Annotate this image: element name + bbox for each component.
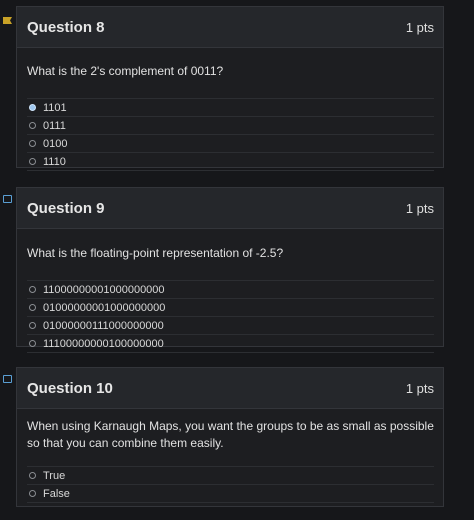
radio-button[interactable] — [29, 286, 36, 293]
flag-question-icon[interactable] — [3, 17, 12, 24]
question-text: What is the 2's complement of 0011? — [27, 64, 224, 78]
answer-label: False — [43, 487, 70, 500]
answer-label: 1110 — [43, 155, 66, 168]
answer-option[interactable]: 1101 — [27, 98, 434, 116]
flag-question-icon[interactable] — [3, 375, 12, 383]
question-header: Question 8 1 pts — [17, 7, 443, 48]
answer-option[interactable]: 11000000001000000000 — [27, 280, 434, 298]
answer-label: 1101 — [43, 101, 67, 114]
answer-list: True False — [27, 466, 434, 503]
answer-label: 01000000111000000000 — [43, 319, 164, 332]
flag-question-icon[interactable] — [3, 195, 12, 203]
radio-button-selected[interactable] — [29, 104, 36, 111]
question-points: 1 pts — [405, 380, 434, 396]
answer-label: 01000000001000000000 — [43, 301, 166, 314]
question-title: Question 9 — [27, 199, 105, 217]
answer-label: 0100 — [43, 137, 68, 150]
answer-label: True — [43, 469, 66, 482]
radio-button[interactable] — [29, 122, 36, 129]
radio-button[interactable] — [29, 304, 36, 311]
answer-option[interactable]: 0111 — [27, 116, 434, 134]
question-text: When using Karnaugh Maps, you want the g… — [27, 419, 434, 450]
answer-option[interactable]: 01000000001000000000 — [27, 298, 434, 316]
answer-label: 0111 — [43, 119, 66, 132]
radio-button[interactable] — [29, 490, 36, 497]
question-title: Question 10 — [27, 379, 113, 397]
answer-option[interactable]: False — [27, 484, 434, 503]
answer-list: 11000000001000000000 0100000000100000000… — [27, 280, 434, 353]
radio-button[interactable] — [29, 472, 36, 479]
question-card-10: Question 10 1 pts When using Karnaugh Ma… — [16, 367, 444, 507]
radio-button[interactable] — [29, 322, 36, 329]
question-header: Question 10 1 pts — [17, 368, 443, 409]
answer-option[interactable]: 01000000111000000000 — [27, 316, 434, 334]
radio-button[interactable] — [29, 158, 36, 165]
answer-label: 11100000000100000000 — [43, 337, 164, 350]
question-card-8: Question 8 1 pts What is the 2's complem… — [16, 6, 444, 171]
question-title: Question 8 — [27, 18, 105, 36]
answer-option[interactable]: 0100 — [27, 134, 434, 152]
answer-option[interactable]: True — [27, 466, 434, 484]
question-points: 1 pts — [405, 200, 434, 216]
question-card-9: Question 9 1 pts What is the floating-po… — [16, 187, 444, 353]
answer-list: 1101 0111 0100 1110 — [27, 98, 434, 171]
question-header: Question 9 1 pts — [17, 188, 443, 229]
answer-label: 11000000001000000000 — [43, 283, 165, 296]
answer-option[interactable]: 11100000000100000000 — [27, 334, 434, 353]
radio-button[interactable] — [29, 140, 36, 147]
answer-option[interactable]: 1110 — [27, 152, 434, 171]
question-text: What is the floating-point representatio… — [27, 246, 284, 260]
radio-button[interactable] — [29, 340, 36, 347]
question-points: 1 pts — [405, 19, 434, 35]
